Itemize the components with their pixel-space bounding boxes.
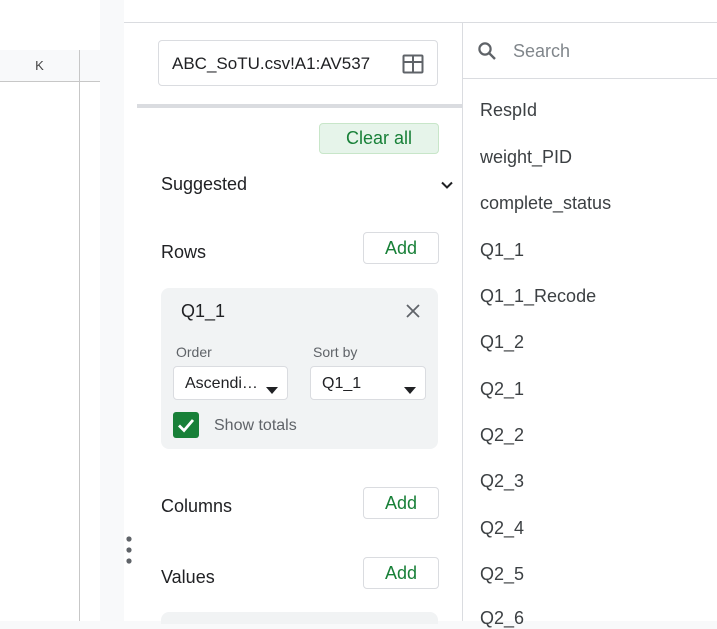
- sort-by-select-value: Q1_1: [322, 375, 362, 392]
- chevron-down-icon[interactable]: [440, 178, 454, 197]
- column-header-label: K: [35, 58, 44, 73]
- field-item-q2-6[interactable]: Q2_6: [480, 608, 524, 629]
- row-field-card: Q1_1 Order Ascendi… Sort by Q1_1 Show to…: [161, 288, 438, 449]
- rows-heading: Rows: [161, 242, 207, 262]
- show-totals-label: Show totals: [214, 417, 297, 434]
- close-icon[interactable]: [405, 303, 421, 324]
- dropdown-arrow-icon: [266, 381, 278, 399]
- field-item-q1-1-recode[interactable]: Q1_1_Recode: [480, 286, 596, 307]
- spreadsheet-area: K: [0, 0, 100, 621]
- gridline: [79, 82, 80, 621]
- columns-heading: Columns: [161, 496, 233, 516]
- formula-bar-area: [0, 0, 100, 51]
- order-select-value: Ascendi…: [185, 375, 258, 392]
- search-divider: [463, 78, 717, 79]
- sort-by-label: Sort by: [313, 344, 358, 360]
- horizontal-scrollbar[interactable]: [137, 104, 462, 108]
- clear-all-button[interactable]: Clear all: [319, 123, 439, 154]
- field-item-q2-1[interactable]: Q2_1: [480, 379, 524, 400]
- suggested-heading[interactable]: Suggested: [161, 174, 247, 195]
- values-add-button[interactable]: Add: [363, 557, 439, 589]
- field-item-q2-5[interactable]: Q2_5: [480, 564, 524, 585]
- row-field-title: Q1_1: [181, 301, 226, 321]
- panel-divider: [462, 23, 463, 621]
- field-item-q1-2[interactable]: Q1_2: [480, 332, 524, 353]
- field-item-q2-2[interactable]: Q2_2: [480, 425, 524, 446]
- editor-header-divider: [124, 22, 717, 23]
- field-search-input[interactable]: [513, 39, 703, 63]
- order-select[interactable]: Ascendi…: [173, 366, 288, 400]
- field-item-q2-4[interactable]: Q2_4: [480, 518, 524, 539]
- search-icon: [477, 41, 497, 66]
- column-header-k[interactable]: K: [0, 50, 80, 82]
- resize-handle-icon[interactable]: [125, 535, 133, 572]
- field-item-complete-status[interactable]: complete_status: [480, 193, 611, 214]
- columns-add-button[interactable]: Add: [363, 487, 439, 519]
- grid-icon[interactable]: [402, 54, 424, 79]
- field-item-respid[interactable]: RespId: [480, 100, 537, 121]
- column-header-l[interactable]: [80, 50, 100, 82]
- panel-gutter: [100, 0, 124, 621]
- field-item-weight-pid[interactable]: weight_PID: [480, 147, 572, 168]
- field-item-q2-3[interactable]: Q2_3: [480, 471, 524, 492]
- sort-by-select[interactable]: Q1_1: [310, 366, 426, 400]
- rows-add-button[interactable]: Add: [363, 232, 439, 264]
- data-range-field[interactable]: ABC_SoTU.csv!A1:AV537: [158, 40, 438, 86]
- pivot-table-editor: ABC_SoTU.csv!A1:AV537 Clear all Suggeste…: [124, 0, 717, 628]
- data-range-value: ABC_SoTU.csv!A1:AV537: [172, 54, 371, 73]
- dropdown-arrow-icon: [404, 381, 416, 399]
- order-label: Order: [176, 344, 212, 360]
- values-heading: Values: [161, 567, 215, 587]
- checkmark-icon: [178, 419, 195, 433]
- show-totals-checkbox[interactable]: [173, 412, 199, 438]
- values-field-card: [161, 612, 438, 624]
- field-item-q1-1[interactable]: Q1_1: [480, 240, 524, 261]
